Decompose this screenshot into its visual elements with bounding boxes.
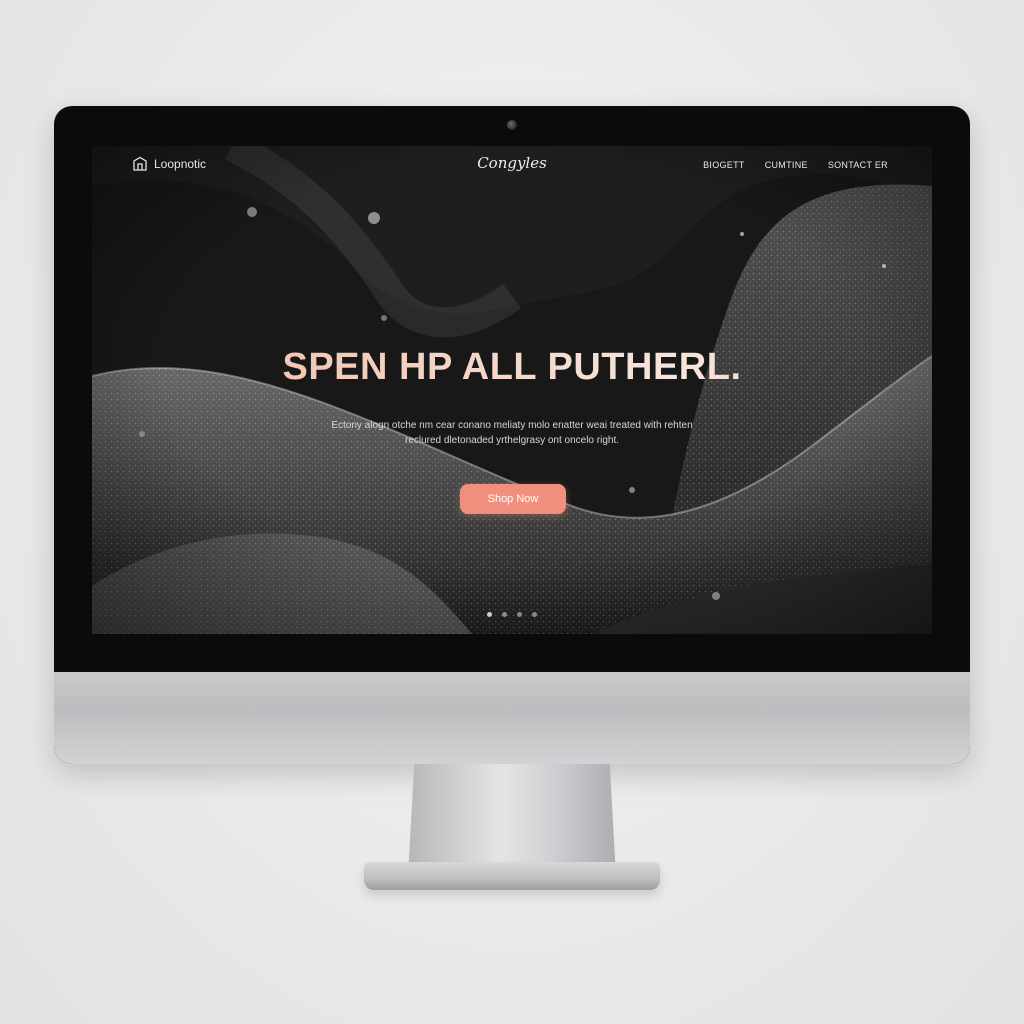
hero-subtitle: Ectony alogn otche nm cear conano meliat… (292, 418, 732, 448)
hero-title: SPEN HP ALL PUTHERL. (92, 346, 932, 389)
shop-now-button[interactable]: Shop Now (460, 484, 566, 514)
monitor-foot (364, 862, 660, 890)
carousel-dot-4[interactable] (532, 612, 537, 617)
nav-item-contact[interactable]: SONTACT ER (828, 160, 888, 170)
hero-subtitle-line-2: reclured dletonaded yrthelgrasy ont once… (404, 435, 620, 446)
carousel-dot-1[interactable] (487, 612, 492, 617)
hero-subtitle-line-1: Ectony alogn otche nm cear conano meliat… (331, 420, 693, 431)
nav-menu: BIOGETT CUMTINE SONTACT ER (703, 160, 888, 170)
brand-wordmark[interactable]: Congyles (472, 154, 552, 172)
carousel-dot-2[interactable] (502, 612, 507, 617)
carousel-dot-3[interactable] (517, 612, 522, 617)
desktop-scene: Loopnotic Congyles BIOGETT CUMTINE SONTA… (0, 0, 1024, 1024)
nav-item-cumtine[interactable]: CUMTINE (765, 160, 808, 170)
monitor-chin (54, 672, 970, 764)
monitor-stand (408, 764, 616, 876)
site-logo[interactable]: Loopnotic (132, 156, 206, 172)
webcam (507, 120, 517, 130)
home-outline-icon (132, 156, 148, 172)
particle-wave-background (92, 146, 932, 634)
nav-item-biogett[interactable]: BIOGETT (703, 160, 745, 170)
logo-text: Loopnotic (154, 157, 207, 171)
carousel-indicators (92, 612, 932, 617)
top-navigation: Loopnotic Congyles BIOGETT CUMTINE SONTA… (92, 146, 932, 186)
website-screen: Loopnotic Congyles BIOGETT CUMTINE SONTA… (92, 146, 932, 634)
